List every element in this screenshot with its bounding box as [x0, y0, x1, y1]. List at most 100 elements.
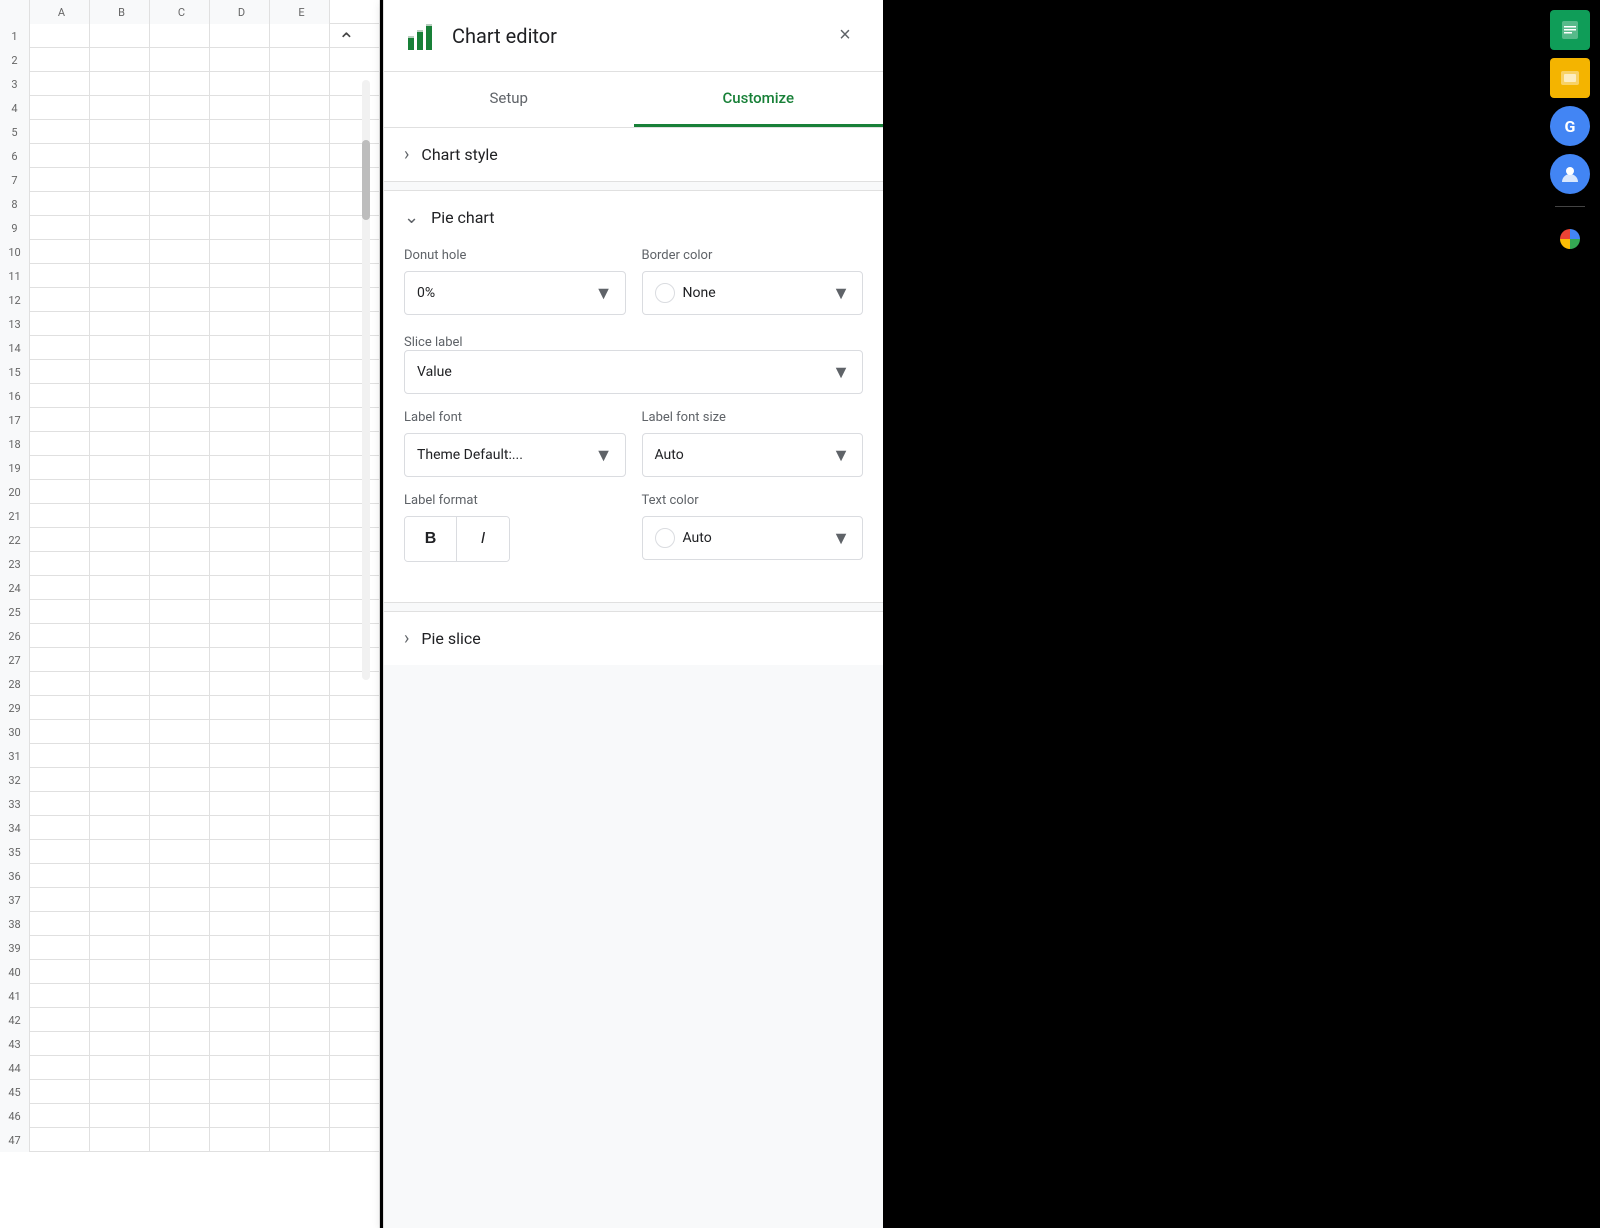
text-color-dropdown-icon: ▼	[832, 528, 850, 549]
google-account-letter: G	[1565, 117, 1576, 136]
col-header-d: D	[210, 0, 270, 24]
right-icons-panel: G	[1540, 0, 1600, 1228]
row-num: 1	[0, 24, 30, 48]
row-num: 22	[0, 528, 30, 552]
col-header-b: B	[90, 0, 150, 24]
pie-chart-subsection: ⌄ Pie chart Donut hole 0% ▼ Border color	[384, 190, 883, 603]
label-font-size-group: Label font size Auto ▼	[642, 410, 864, 477]
chevron-up-icon[interactable]: ⌃	[338, 28, 355, 52]
format-buttons-container: B I	[404, 516, 510, 562]
slice-label-group: Slice label Value ▼	[404, 331, 863, 394]
row-num: 42	[0, 1008, 30, 1032]
row-num: 12	[0, 288, 30, 312]
donut-hole-value: 0%	[417, 285, 595, 301]
slice-label-select[interactable]: Value ▼	[404, 350, 863, 394]
donut-hole-select[interactable]: 0% ▼	[404, 271, 626, 315]
row-num: 41	[0, 984, 30, 1008]
chart-editor-panel: Chart editor × Setup Customize › Chart s…	[383, 0, 883, 1228]
donut-hole-label: Donut hole	[404, 248, 626, 263]
row-num: 39	[0, 936, 30, 960]
row-num: 31	[0, 744, 30, 768]
row-num: 26	[0, 624, 30, 648]
border-color-label: Border color	[642, 248, 864, 263]
label-font-size-value: Auto	[655, 447, 833, 463]
apps-icon[interactable]	[1550, 219, 1590, 259]
chart-style-title: Chart style	[421, 145, 497, 164]
row-num: 34	[0, 816, 30, 840]
pie-slice-title: Pie slice	[421, 629, 480, 648]
label-font-size-label: Label font size	[642, 410, 864, 425]
label-font-label: Label font	[404, 410, 626, 425]
label-font-size-select[interactable]: Auto ▼	[642, 433, 864, 477]
corner-cell	[0, 0, 30, 24]
row-num: 5	[0, 120, 30, 144]
row-num: 6	[0, 144, 30, 168]
chart-style-section[interactable]: › Chart style	[384, 128, 883, 182]
text-color-group: Text color Auto ▼	[642, 493, 864, 562]
pie-slice-chevron-icon: ›	[404, 628, 409, 649]
border-color-group: Border color None ▼	[642, 248, 864, 315]
border-color-swatch	[655, 283, 675, 303]
slice-label-label: Slice label	[404, 335, 463, 350]
text-color-label: Text color	[642, 493, 864, 508]
border-color-value: None	[683, 285, 833, 301]
row-num: 14	[0, 336, 30, 360]
bold-button[interactable]: B	[405, 517, 457, 561]
row-num: 18	[0, 432, 30, 456]
donut-hole-group: Donut hole 0% ▼	[404, 248, 626, 315]
row-num: 3	[0, 72, 30, 96]
row-num: 4	[0, 96, 30, 120]
row-num: 15	[0, 360, 30, 384]
text-color-swatch	[655, 528, 675, 548]
row-num: 7	[0, 168, 30, 192]
pie-slice-header[interactable]: › Pie slice	[404, 628, 863, 649]
slides-icon[interactable]	[1550, 58, 1590, 98]
slides-svg	[1558, 66, 1582, 90]
format-color-row: Label format B I Text color Auto ▼	[404, 493, 863, 562]
text-color-value: Auto	[683, 530, 833, 546]
sheets-svg	[1558, 18, 1582, 42]
close-button[interactable]: ×	[827, 18, 863, 54]
tab-customize[interactable]: Customize	[634, 72, 884, 127]
italic-button[interactable]: I	[457, 517, 509, 561]
row-num: 23	[0, 552, 30, 576]
text-color-select[interactable]: Auto ▼	[642, 516, 864, 560]
row-num: 40	[0, 960, 30, 984]
border-color-dropdown-icon: ▼	[832, 283, 850, 304]
person-svg	[1559, 163, 1581, 185]
font-row: Label font Theme Default:... ▼ Label fon…	[404, 410, 863, 477]
row-num: 13	[0, 312, 30, 336]
scrollbar-thumb[interactable]	[362, 140, 370, 220]
row-num: 2	[0, 48, 30, 72]
spreadsheet-background: A B C D E 1 2 3 4 5 6 7 8 9 10 11 12 13 …	[0, 0, 380, 1228]
row-num: 24	[0, 576, 30, 600]
row-num: 43	[0, 1032, 30, 1056]
label-font-select[interactable]: Theme Default:... ▼	[404, 433, 626, 477]
row-num: 29	[0, 696, 30, 720]
row-num: 36	[0, 864, 30, 888]
google-account-icon[interactable]: G	[1550, 106, 1590, 146]
row-num: 27	[0, 648, 30, 672]
row-num: 21	[0, 504, 30, 528]
row-num: 28	[0, 672, 30, 696]
pie-chart-title: Pie chart	[431, 208, 494, 227]
border-color-select[interactable]: None ▼	[642, 271, 864, 315]
slice-label-value: Value	[417, 364, 832, 380]
row-num: 37	[0, 888, 30, 912]
person-icon[interactable]	[1550, 154, 1590, 194]
tab-bar: Setup Customize	[384, 72, 883, 128]
tab-setup[interactable]: Setup	[384, 72, 634, 127]
sheets-icon[interactable]	[1550, 10, 1590, 50]
row-num: 17	[0, 408, 30, 432]
scrollbar-track[interactable]	[362, 80, 370, 680]
row-num: 35	[0, 840, 30, 864]
pie-chart-header[interactable]: ⌄ Pie chart	[404, 207, 863, 228]
apps-svg	[1558, 227, 1582, 251]
slice-label-dropdown-icon: ▼	[832, 362, 850, 383]
label-format-label: Label format	[404, 493, 626, 508]
row-num: 32	[0, 768, 30, 792]
row-num: 25	[0, 600, 30, 624]
col-header-c: C	[150, 0, 210, 24]
row-num: 45	[0, 1080, 30, 1104]
col-header-a: A	[30, 0, 90, 24]
